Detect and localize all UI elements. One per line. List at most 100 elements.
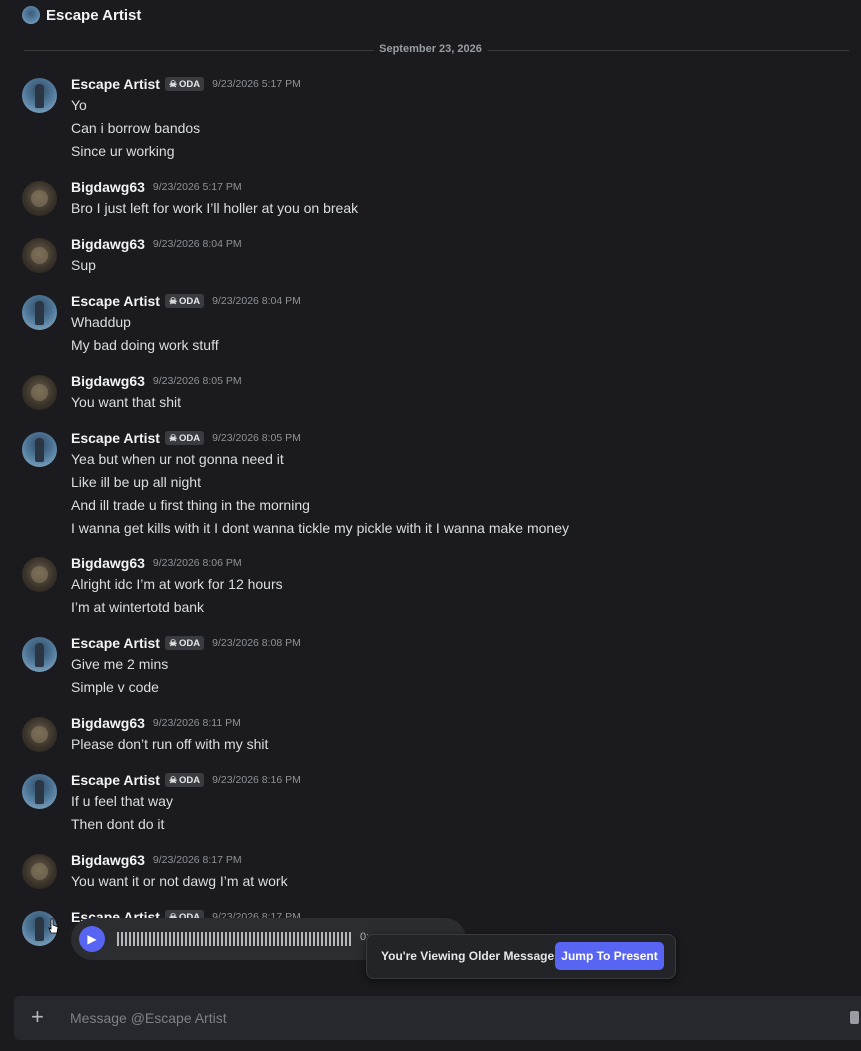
user-avatar[interactable] — [22, 717, 57, 752]
message-header: Bigdawg63 9/23/2026 8:11 PM — [71, 715, 241, 731]
message-text: Yo — [71, 97, 87, 113]
waveform-bar — [221, 932, 223, 946]
waveform-bar — [249, 932, 251, 946]
user-avatar[interactable] — [22, 78, 57, 113]
user-avatar[interactable] — [22, 181, 57, 216]
message-input[interactable] — [70, 996, 830, 1040]
author-name[interactable]: Escape Artist — [71, 635, 160, 651]
user-avatar[interactable] — [22, 375, 57, 410]
waveform-bar — [293, 932, 295, 946]
message-text: Whaddup — [71, 314, 131, 330]
play-icon[interactable]: ▶ — [79, 926, 105, 952]
waveform-bar — [333, 932, 335, 946]
jump-to-present-button[interactable]: Jump To Present — [555, 942, 664, 970]
guild-tag[interactable]: ☠ ODA — [164, 773, 205, 787]
message-text: Like ill be up all night — [71, 474, 201, 490]
skull-icon: ☠ — [168, 774, 178, 785]
author-name[interactable]: Bigdawg63 — [71, 179, 145, 195]
user-avatar[interactable] — [22, 295, 57, 330]
message-timestamp: 9/23/2026 8:08 PM — [212, 637, 301, 649]
message-header: Bigdawg63 9/23/2026 8:17 PM — [71, 852, 242, 868]
waveform-bar — [241, 932, 243, 946]
waveform-bar — [321, 932, 323, 946]
waveform-bar — [141, 932, 143, 946]
message-header: Escape Artist ☠ ODA 9/23/2026 8:16 PM — [71, 772, 301, 788]
guild-tag-label: ODA — [179, 432, 201, 444]
author-name[interactable]: Bigdawg63 — [71, 373, 145, 389]
older-messages-toast: You're Viewing Older Messages Jump To Pr… — [366, 934, 676, 979]
add-attachment-icon[interactable]: + — [31, 1006, 44, 1028]
waveform-bar — [145, 932, 147, 946]
message-timestamp: 9/23/2026 8:11 PM — [152, 717, 241, 729]
waveform-bar — [173, 932, 175, 946]
user-avatar[interactable] — [22, 774, 57, 809]
waveform-bar — [177, 932, 179, 946]
message-text: You want it or not dawg I’m at work — [71, 873, 288, 889]
date-divider-label: September 23, 2026 — [373, 43, 488, 55]
user-avatar[interactable] — [22, 637, 57, 672]
message-text: I’m at wintertotd bank — [71, 599, 205, 615]
message-text: Give me 2 mins — [71, 656, 169, 672]
waveform-bar — [165, 932, 167, 946]
waveform-bar — [273, 932, 275, 946]
message-list[interactable]: September 23, 2026 Escape Artist ☠ ODA 9/23… — [0, 36, 861, 996]
waveform-bar — [201, 932, 203, 946]
message-timestamp: 9/23/2026 5:17 PM — [152, 181, 242, 193]
waveform-bar — [209, 932, 211, 946]
waveform-bar — [285, 932, 287, 946]
waveform-bar — [129, 932, 131, 946]
message-text: I wanna get kills with it I dont wanna t… — [71, 520, 569, 536]
message-timestamp: 9/23/2026 8:06 PM — [152, 557, 242, 569]
waveform-bar — [313, 932, 315, 946]
message-text: Can i borrow bandos — [71, 120, 201, 136]
message-header: Escape Artist ☠ ODA 9/23/2026 8:04 PM — [71, 293, 301, 309]
user-avatar[interactable] — [22, 432, 57, 467]
message-text: Sup — [71, 257, 96, 273]
waveform-bar — [205, 932, 207, 946]
user-avatar[interactable] — [22, 854, 57, 889]
waveform[interactable] — [117, 932, 353, 946]
author-name[interactable]: Escape Artist — [71, 772, 160, 788]
waveform-bar — [137, 932, 139, 946]
guild-tag[interactable]: ☠ ODA — [164, 77, 205, 91]
waveform-bar — [213, 932, 215, 946]
waveform-bar — [233, 932, 235, 946]
guild-tag[interactable]: ☠ ODA — [164, 431, 205, 445]
waveform-bar — [149, 932, 151, 946]
message-header: Escape Artist ☠ ODA 9/23/2026 8:08 PM — [71, 635, 301, 651]
waveform-bar — [309, 932, 311, 946]
message-text: If u feel that way — [71, 793, 173, 809]
waveform-bar — [317, 932, 319, 946]
older-messages-text: You're Viewing Older Messages — [381, 949, 561, 963]
guild-tag[interactable]: ☠ ODA — [164, 636, 205, 650]
waveform-bar — [161, 932, 163, 946]
message-composer: + — [14, 996, 861, 1040]
message-text: Since ur working — [71, 143, 175, 159]
waveform-bar — [265, 932, 267, 946]
message-header: Bigdawg63 9/23/2026 8:05 PM — [71, 373, 242, 389]
author-name[interactable]: Bigdawg63 — [71, 555, 145, 571]
author-name[interactable]: Escape Artist — [71, 430, 160, 446]
waveform-bar — [329, 932, 331, 946]
skull-icon: ☠ — [168, 432, 178, 443]
user-avatar[interactable] — [22, 238, 57, 273]
user-avatar[interactable] — [22, 557, 57, 592]
waveform-bar — [289, 932, 291, 946]
author-name[interactable]: Escape Artist — [71, 293, 160, 309]
author-name[interactable]: Bigdawg63 — [71, 852, 145, 868]
waveform-bar — [337, 932, 339, 946]
message-text: And ill trade u first thing in the morni… — [71, 497, 310, 513]
message-header: Bigdawg63 9/23/2026 5:17 PM — [71, 179, 242, 195]
message-timestamp: 9/23/2026 8:04 PM — [212, 295, 301, 307]
message-text: You want that shit — [71, 394, 182, 410]
guild-tag[interactable]: ☠ ODA — [164, 294, 205, 308]
waveform-bar — [121, 932, 123, 946]
waveform-bar — [169, 932, 171, 946]
message-header: Bigdawg63 9/23/2026 8:04 PM — [71, 236, 242, 252]
author-name[interactable]: Bigdawg63 — [71, 236, 145, 252]
channel-title: Escape Artist — [46, 6, 142, 24]
author-name[interactable]: Escape Artist — [71, 76, 160, 92]
waveform-bar — [229, 932, 231, 946]
author-name[interactable]: Bigdawg63 — [71, 715, 145, 731]
message-timestamp: 9/23/2026 8:17 PM — [152, 854, 242, 866]
